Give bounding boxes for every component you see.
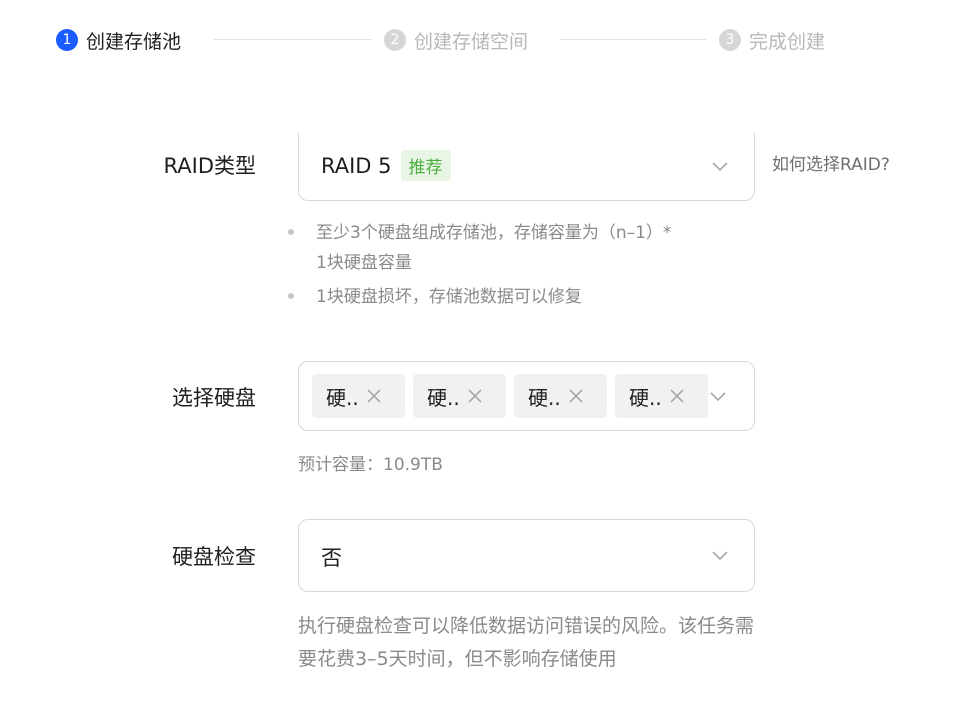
raid-type-value: RAID 5 推荐 xyxy=(321,150,451,181)
step-3-label: 完成创建 xyxy=(749,30,826,53)
recommended-badge: 推荐 xyxy=(400,150,451,181)
step-3: 3 完成创建 xyxy=(719,27,825,53)
step-connector xyxy=(214,39,372,40)
raid-hint-text: 1块硬盘损坏，存储池数据可以修复 xyxy=(316,287,582,307)
raid-hint-item: 1块硬盘损坏，存储池数据可以修复 xyxy=(288,280,768,314)
step-3-number: 3 xyxy=(719,29,741,51)
disk-tag: 硬.. xyxy=(514,374,607,418)
close-icon[interactable] xyxy=(466,387,484,405)
raid-type-label: RAID类型 xyxy=(163,154,256,178)
select-disks-label: 选择硬盘 xyxy=(172,386,256,410)
step-1: 1 创建存储池 xyxy=(56,27,181,53)
disk-check-label: 硬盘检查 xyxy=(172,545,256,569)
step-1-number: 1 xyxy=(56,29,78,51)
close-icon[interactable] xyxy=(567,387,585,405)
disk-check-select[interactable]: 否 xyxy=(298,519,755,592)
raid-hint-list: 至少3个硬盘组成存储池，存储容量为（n–1）* 1块硬盘容量 1块硬盘损坏，存储… xyxy=(288,216,768,314)
raid-hint-text: 至少3个硬盘组成存储池，存储容量为（n–1）* xyxy=(316,223,672,243)
disk-tags: 硬.. 硬.. 硬.. 硬.. xyxy=(312,374,708,418)
raid-type-text: RAID 5 xyxy=(321,153,392,178)
disk-check-value: 否 xyxy=(321,546,342,570)
how-to-choose-raid-link[interactable]: 如何选择RAID? xyxy=(772,150,890,175)
disk-tag-text: 硬.. xyxy=(528,385,561,410)
raid-type-select[interactable]: RAID 5 推荐 xyxy=(298,132,755,201)
raid-hint-text: 1块硬盘容量 xyxy=(316,253,412,273)
disk-tag: 硬.. xyxy=(413,374,506,418)
step-2-label: 创建存储空间 xyxy=(414,30,529,53)
close-icon[interactable] xyxy=(365,387,383,405)
disk-tag-text: 硬.. xyxy=(629,385,662,410)
step-2: 2 创建存储空间 xyxy=(384,27,528,53)
estimated-capacity: 预计容量：10.9TB xyxy=(298,455,443,475)
raid-hint-item: 至少3个硬盘组成存储池，存储容量为（n–1）* 1块硬盘容量 xyxy=(288,216,768,280)
disk-tag: 硬.. xyxy=(615,374,708,418)
disk-tag-text: 硬.. xyxy=(427,385,460,410)
chevron-down-icon xyxy=(710,392,726,402)
chevron-down-icon xyxy=(712,551,728,561)
disk-multi-select[interactable]: 硬.. 硬.. 硬.. 硬.. xyxy=(298,361,755,431)
close-icon[interactable] xyxy=(668,387,686,405)
disk-tag: 硬.. xyxy=(312,374,405,418)
step-2-number: 2 xyxy=(384,29,406,51)
chevron-down-icon xyxy=(712,162,728,172)
disk-tag-text: 硬.. xyxy=(326,385,359,410)
step-connector xyxy=(560,39,706,40)
step-1-label: 创建存储池 xyxy=(86,30,182,53)
stepper: 1 创建存储池 2 创建存储空间 3 完成创建 xyxy=(0,0,974,80)
disk-check-description: 执行硬盘检查可以降低数据访问错误的风险。该任务需要花费3–5天时间，但不影响存储… xyxy=(298,615,755,670)
